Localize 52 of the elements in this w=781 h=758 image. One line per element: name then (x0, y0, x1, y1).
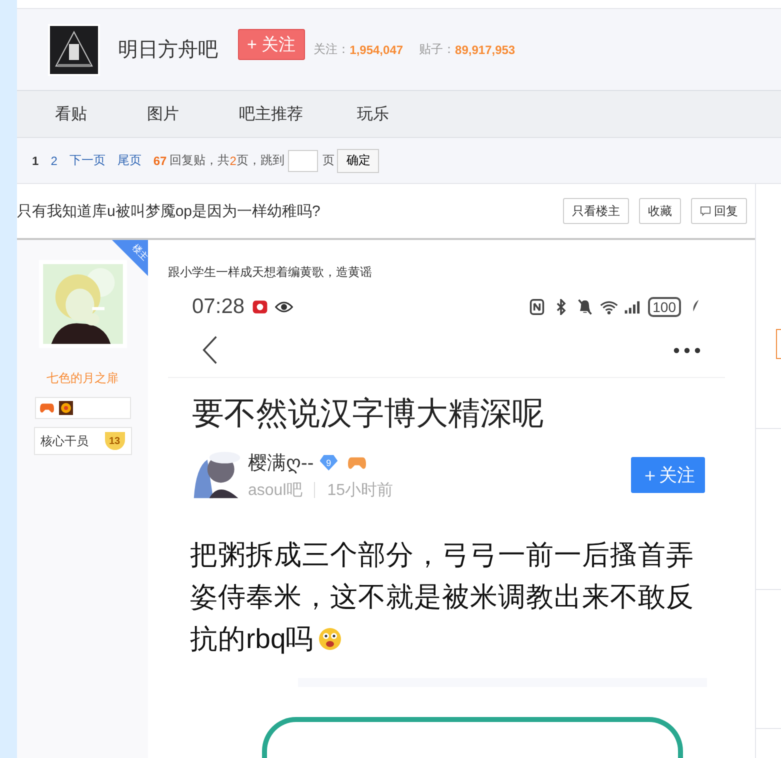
post-text-line: 姿侍奉米，这不就是被米调教出来不敢反 (190, 580, 694, 614)
confirm-button[interactable]: 确定 (337, 148, 380, 172)
app-icon (250, 299, 269, 315)
wifi-icon (600, 299, 618, 315)
post-time: 15小时前 (327, 480, 394, 500)
post-text: 跟小学生一样成天想着编黄歌，造黄谣 (168, 264, 373, 281)
post-text-line: 抗的rbq吗 (190, 622, 314, 656)
pager-text: 回复贴，共 (170, 152, 230, 169)
pager-text: 页，跳到 (236, 152, 284, 169)
forum-logo[interactable] (48, 24, 100, 76)
more-icon[interactable] (673, 346, 701, 354)
followers-count: 1,954,047 (350, 42, 404, 56)
post-title: 要不然说汉字博大精深呢 (168, 377, 725, 436)
posts-count: 89,917,953 (455, 42, 516, 56)
next-page-link[interactable]: 下一页 (69, 152, 106, 169)
member-rank: 核心干员 (40, 432, 88, 450)
comment-icon (700, 206, 711, 216)
nav-tab[interactable]: 吧主推荐 (222, 104, 320, 124)
user-name: 樱满ღ-- (248, 452, 314, 476)
thread-button[interactable]: 只看楼主 (563, 198, 629, 224)
post-text-line: 把粥拆成三个部分，弓弓一前一后搔首弄 (190, 538, 694, 572)
follow-button[interactable]: ＋关注 (631, 457, 705, 493)
mute-bell-icon (576, 299, 594, 315)
nav-tab[interactable]: 图片 (130, 104, 196, 124)
last-page-link[interactable]: 尾页 (117, 152, 142, 169)
gamepad-icon (348, 456, 366, 470)
reply-button[interactable]: 回复 (691, 198, 747, 224)
gamepad-icon (40, 401, 54, 415)
status-time: 07:28 (192, 295, 245, 319)
reply-count: 67 (153, 154, 167, 168)
followers-label: 关注： (314, 41, 350, 58)
page-input[interactable] (288, 150, 318, 172)
forum-name: asoul吧 (248, 480, 302, 500)
surprised-emoji-icon (318, 627, 342, 651)
level-badge: 13 (104, 432, 124, 450)
nav-tab[interactable]: 看贴 (38, 104, 104, 124)
nav-tab[interactable]: 玩乐 (340, 104, 406, 124)
battery-indicator: 100 (648, 297, 681, 317)
back-icon[interactable] (202, 335, 218, 365)
level-badge: 9 (320, 454, 338, 470)
forum-name: 明日方舟吧 (118, 38, 218, 63)
thread-button[interactable]: 收藏 (639, 198, 681, 224)
page-link[interactable]: 2 (50, 154, 58, 168)
page-unit: 页 (322, 152, 334, 169)
eye-icon (274, 299, 293, 315)
signal-icon (624, 299, 642, 315)
page-total: 2 (230, 154, 236, 168)
thread-title: 只有我知道库u被叫梦魇op是因为一样幼稚吗? (17, 202, 320, 220)
page-link[interactable]: 1 (32, 154, 39, 168)
posts-label: 贴子： (419, 41, 456, 58)
medal-icon (58, 401, 72, 415)
nfc-icon (528, 299, 546, 315)
